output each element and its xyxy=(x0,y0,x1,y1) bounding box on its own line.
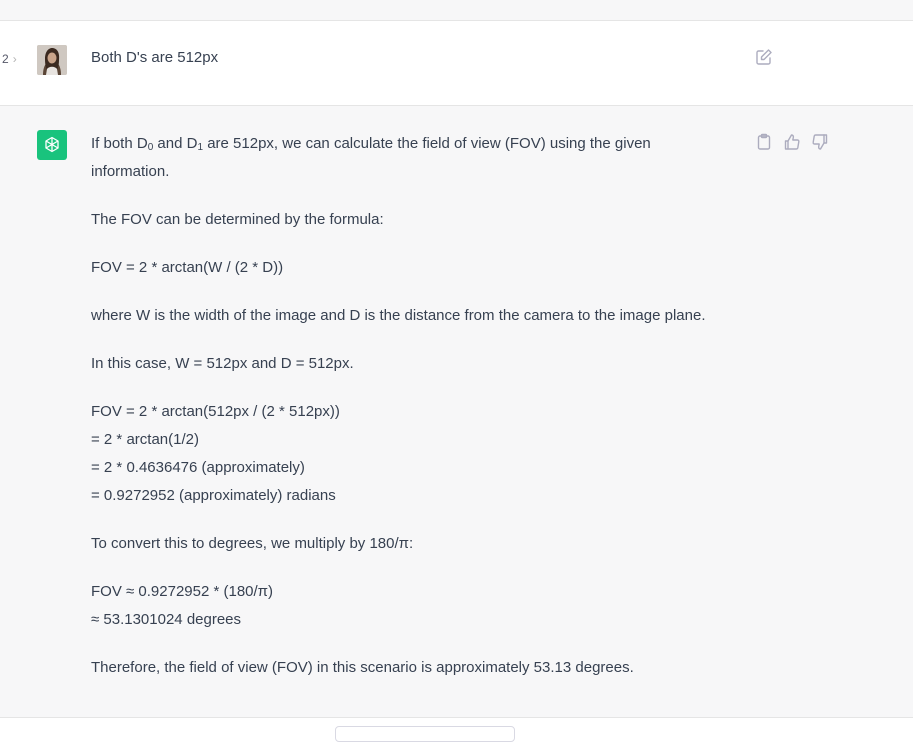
answer-variables: where W is the width of the image and D … xyxy=(91,307,706,324)
user-message-row: 2 › Both D's are 512px xyxy=(0,21,913,106)
assistant-message-row: If both D0 and D1 are 512px, we can calc… xyxy=(0,106,913,718)
thumbs-up-icon[interactable] xyxy=(783,133,801,151)
answer-calculation: FOV = 2 * arctan(512px / (2 * 512px)) = … xyxy=(91,398,751,510)
regenerate-button[interactable] xyxy=(335,726,515,742)
response-pager[interactable]: 2 › xyxy=(2,52,17,66)
answer-formula-intro: The FOV can be determined by the formula… xyxy=(91,211,384,228)
thumbs-down-icon[interactable] xyxy=(811,133,829,151)
answer-formula: FOV = 2 * arctan(W / (2 * D)) xyxy=(91,259,284,276)
chevron-right-icon[interactable]: › xyxy=(13,52,17,66)
clipboard-icon[interactable] xyxy=(755,133,773,151)
openai-logo-icon xyxy=(37,130,67,160)
answer-conclusion: Therefore, the field of view (FOV) in th… xyxy=(91,659,634,676)
calc-line: FOV = 2 * arctan(512px / (2 * 512px)) xyxy=(91,403,340,420)
calc-line: = 2 * 0.4636476 (approximately) xyxy=(91,459,305,476)
edit-icon[interactable] xyxy=(755,48,773,66)
answer-convert: To convert this to degrees, we multiply … xyxy=(91,535,414,552)
user-avatar xyxy=(37,45,67,75)
top-strip xyxy=(0,0,913,21)
calc-line: = 0.9272952 (approximately) radians xyxy=(91,487,336,504)
degree-line: ≈ 53.1301024 degrees xyxy=(91,611,242,628)
message-actions xyxy=(755,133,829,151)
user-message-text: Both D's are 512px xyxy=(91,49,219,66)
answer-values: In this case, W = 512px and D = 512px. xyxy=(91,355,354,372)
assistant-message-text: If both D0 and D1 are 512px, we can calc… xyxy=(91,130,751,702)
degree-line: FOV ≈ 0.9272952 * (180/π) xyxy=(91,583,274,600)
answer-intro: If both D0 and D1 are 512px, we can calc… xyxy=(91,135,651,180)
answer-degrees: FOV ≈ 0.9272952 * (180/π) ≈ 53.1301024 d… xyxy=(91,578,751,634)
calc-line: = 2 * arctan(1/2) xyxy=(91,431,199,448)
pager-number: 2 xyxy=(2,52,9,66)
